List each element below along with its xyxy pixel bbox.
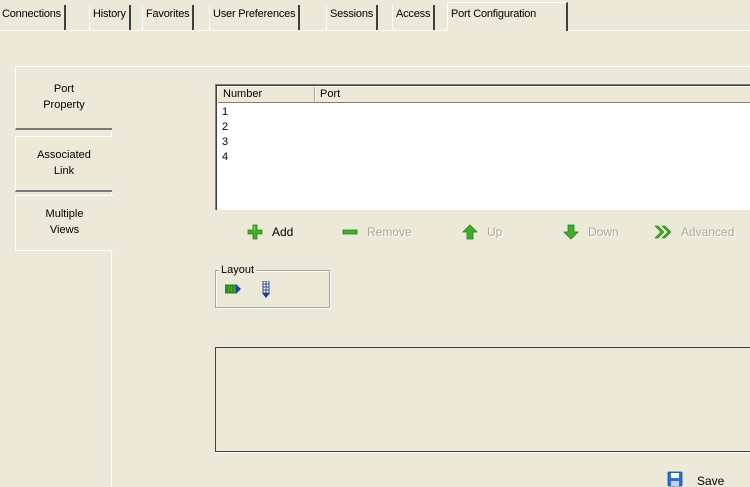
side-tab-line2: Views [49,224,80,236]
remove-label: Remove [367,225,412,239]
side-tab-line1: Multiple [45,208,84,220]
view-preview-panel [215,347,750,452]
layout-group: Layout [215,263,330,308]
list-rows: 1 2 3 4 [222,105,228,165]
add-label: Add [272,225,294,239]
tab-bar-divider [0,30,750,31]
tab-sessions[interactable]: Sessions [326,5,379,31]
list-row[interactable]: 3 [222,135,228,150]
side-tab-port-property[interactable]: Port Property [15,66,112,130]
arrow-down-icon [563,224,579,240]
tab-label: Favorites [146,8,190,20]
row-number: 3 [222,136,229,148]
panel-top-border [112,66,750,67]
double-chevron-icon [654,224,672,240]
tab-connections[interactable]: Connections [0,5,66,31]
list-row[interactable]: 4 [222,150,228,165]
horizontal-layout-icon[interactable] [224,284,242,297]
save-label: Save [697,473,725,487]
tab-access[interactable]: Access [392,5,436,31]
vertical-layout-icon[interactable] [261,280,271,301]
side-tab-line2: Link [53,165,75,177]
tab-label: Connections [2,8,61,20]
up-label: Up [487,225,503,239]
down-button[interactable]: Down [563,222,619,242]
floppy-disk-icon [667,471,683,487]
tab-port-configuration[interactable]: Port Configuration [447,2,568,32]
row-number: 1 [222,106,229,118]
side-tab-associated-link[interactable]: Associated Link [15,136,112,192]
add-button[interactable]: Add [247,222,293,242]
side-tab-line1: Port [53,83,75,95]
list-row[interactable]: 1 [222,105,228,120]
tab-history[interactable]: History [89,5,131,31]
side-tab-line2: Property [43,99,85,111]
tab-label: Sessions [330,8,374,20]
tab-favorites[interactable]: Favorites [142,5,195,31]
arrow-up-icon [462,224,478,240]
row-number: 4 [222,151,229,163]
main-tab-bar: Connections History Favorites User Prefe… [0,0,750,32]
tab-label: Port Configuration [451,8,537,20]
list-row[interactable]: 2 [222,120,228,135]
remove-button[interactable]: Remove [342,222,412,242]
advanced-label: Advanced [681,225,735,239]
list-header: Number Port [218,87,750,103]
tab-user-preferences[interactable]: User Preferences [209,5,301,31]
tab-label: Access [396,8,431,20]
side-tab-multiple-views[interactable]: Multiple Views [15,195,113,251]
plus-icon [247,224,263,240]
down-label: Down [588,225,619,239]
port-list[interactable]: Number Port 1 2 3 4 [215,84,750,210]
save-button[interactable]: Save [667,471,725,487]
tab-label: History [93,8,126,20]
column-header-number[interactable]: Number [218,87,316,103]
side-tab-line1: Associated [37,149,91,161]
layout-group-title: Layout [219,263,257,277]
advanced-button[interactable]: Advanced [654,222,734,242]
row-number: 2 [222,121,229,133]
minus-icon [342,224,358,240]
up-button[interactable]: Up [462,222,502,242]
tab-label: User Preferences [213,8,296,20]
column-header-port[interactable]: Port [315,87,749,103]
